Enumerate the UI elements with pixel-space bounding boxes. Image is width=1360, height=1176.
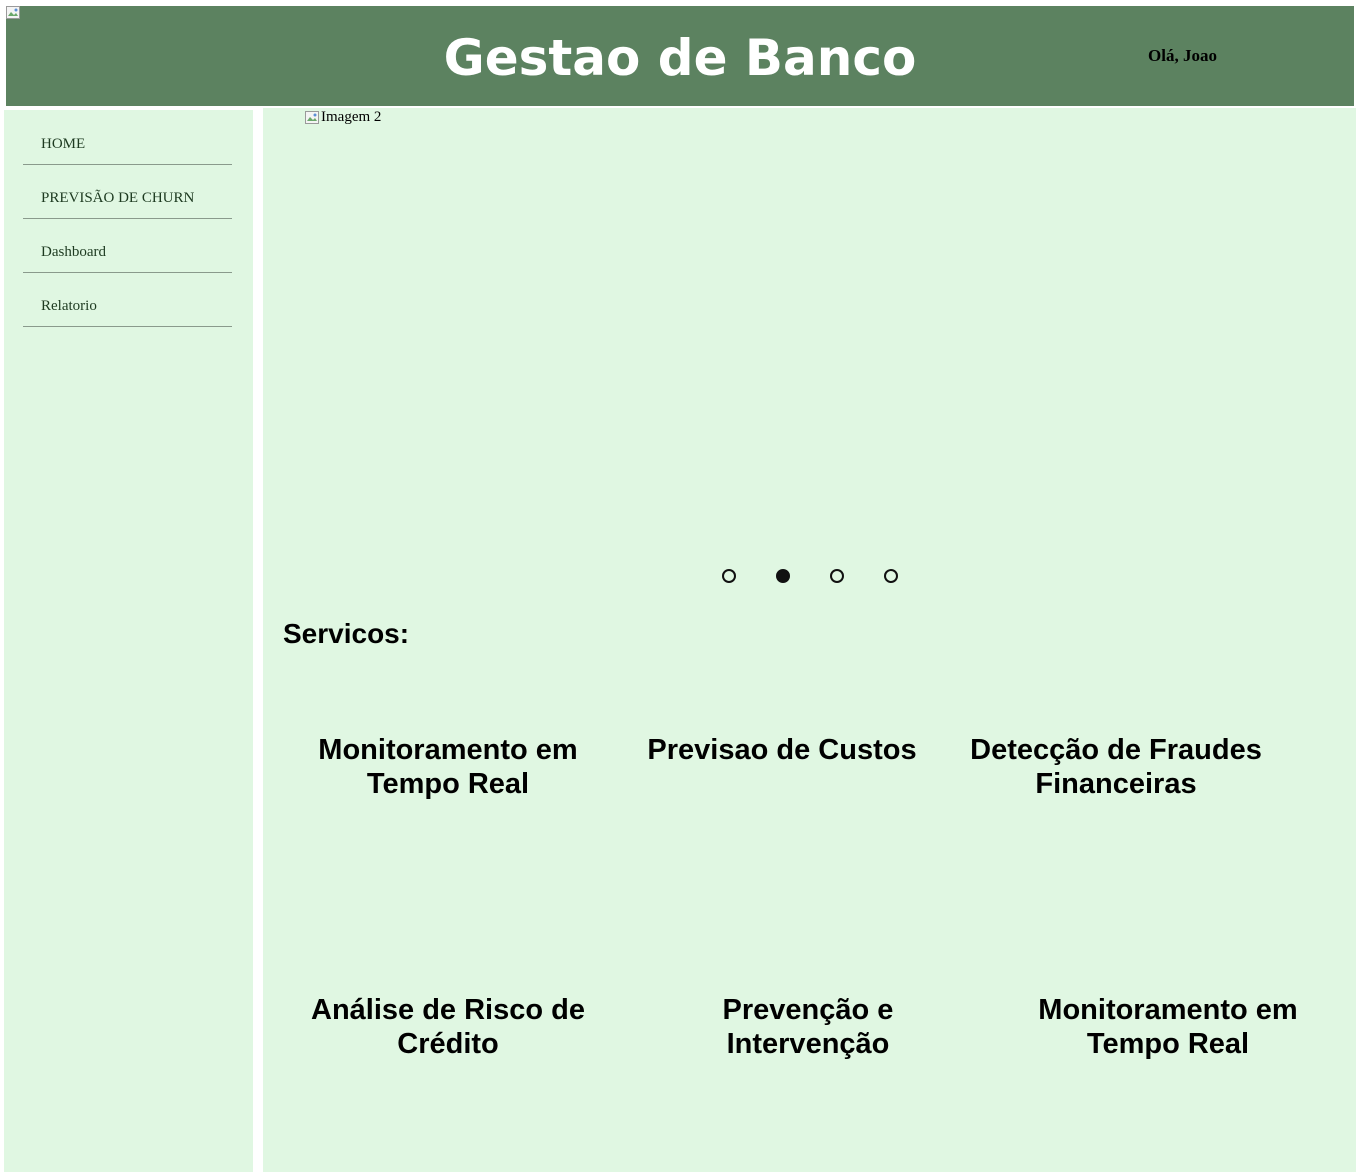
services-heading: Servicos: — [283, 618, 410, 649]
service-item: Previsao de Custos — [647, 734, 917, 766]
carousel-dot-4[interactable] — [884, 569, 898, 583]
sidebar-item-label: PREVISÃO DE CHURN — [41, 190, 195, 206]
sidebar-item-home[interactable]: HOME — [23, 110, 232, 165]
carousel-dot-2[interactable] — [776, 569, 790, 583]
sidebar: HOME PREVISÃO DE CHURN Dashboard Relator… — [4, 110, 253, 1172]
broken-image-icon — [305, 110, 321, 125]
service-item: Análise de Risco de Crédito — [311, 994, 585, 1060]
carousel-image: Imagem 2 — [305, 109, 381, 126]
broken-image-icon — [6, 6, 22, 20]
carousel-dot-1[interactable] — [722, 569, 736, 583]
carousel-image-alt-text: Imagem 2 — [321, 109, 382, 125]
service-item: Prevenção e Intervenção — [722, 994, 894, 1060]
sidebar-item-churn-prediction[interactable]: PREVISÃO DE CHURN — [23, 164, 232, 219]
sidebar-item-dashboard[interactable]: Dashboard — [23, 218, 232, 273]
site-header: Gestao de Banco Olá, Joao — [6, 6, 1354, 106]
user-greeting: Olá, Joao — [1148, 46, 1217, 65]
service-item: Detecção de Fraudes Financeiras — [970, 734, 1262, 800]
main-content: Imagem 2 Servicos: Monitoramento em Temp… — [263, 108, 1356, 1172]
service-item: Monitoramento em Tempo Real — [318, 734, 578, 800]
carousel-dot-3[interactable] — [830, 569, 844, 583]
sidebar-item-label: Relatorio — [41, 298, 97, 314]
sidebar-item-label: Dashboard — [41, 244, 106, 260]
sidebar-item-report[interactable]: Relatorio — [23, 272, 232, 327]
sidebar-item-label: HOME — [41, 136, 86, 152]
service-item: Monitoramento em Tempo Real — [1038, 994, 1298, 1060]
